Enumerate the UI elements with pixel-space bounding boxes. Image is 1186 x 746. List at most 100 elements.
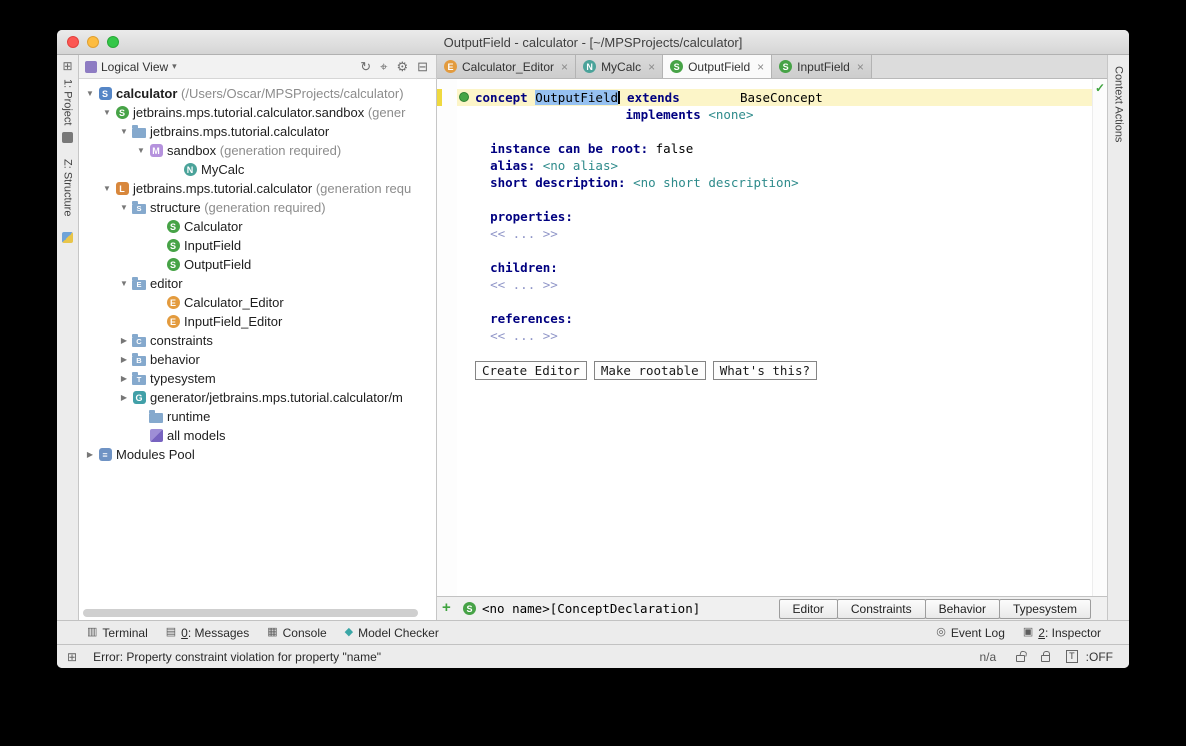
inspection-ok-icon[interactable]: ✓ [1095,81,1105,95]
aspect-tab-constraints[interactable]: Constraints [837,599,926,619]
close-icon[interactable]: × [561,60,568,74]
editor-button-what-s-this[interactable]: What's this? [713,361,817,380]
settings-gear-icon[interactable]: ⚙ [396,60,408,73]
tree-item-suffix: (generation requ [312,181,411,196]
editor-tab-mycalc[interactable]: NMyCalc× [576,55,663,78]
code-line-11[interactable]: << ... >> [457,276,1092,293]
toolwindow-switcher-icon[interactable]: ⊞ [67,650,77,664]
tree-item-outputfield[interactable]: SOutputField [79,255,436,274]
expanded-arrow-icon[interactable]: ▼ [83,89,97,98]
aspect-tab-editor[interactable]: Editor [779,599,838,619]
tree-item-jetbrains-mps-tutorial-calculator-sandbox[interactable]: ▼Sjetbrains.mps.tutorial.calculator.sand… [79,103,436,122]
tree-item-sandbox[interactable]: ▼Msandbox (generation required) [79,141,436,160]
add-node-button[interactable]: + [442,600,451,615]
editor-tab-calculator-editor[interactable]: ECalculator_Editor× [437,55,576,78]
toolbar-item-console[interactable]: ▦Console [267,626,326,640]
typesystem-badge[interactable]: T [1066,650,1078,663]
expanded-arrow-icon[interactable]: ▼ [117,279,131,288]
horizontal-scrollbar[interactable] [83,609,418,617]
code-line-2[interactable] [457,123,1092,140]
collapsed-arrow-icon[interactable]: ▶ [117,336,131,345]
close-window-button[interactable] [67,36,79,48]
code-line-3[interactable]: instance can be root: false [457,140,1092,157]
hierarchy-tool-icon[interactable] [62,232,73,243]
tree-item-inputfield-editor[interactable]: EInputField_Editor [79,312,436,331]
tree-item-calculator[interactable]: ▼Scalculator (/Users/Oscar/MPSProjects/c… [79,84,436,103]
write-access-icon[interactable] [1016,655,1025,662]
code-line-4[interactable]: alias: <no alias> [457,157,1092,174]
tree-item-mycalc[interactable]: NMyCalc [79,160,436,179]
editor-button-create-editor[interactable]: Create Editor [475,361,587,380]
close-icon[interactable]: × [757,60,764,74]
tree-item-calculator[interactable]: SCalculator [79,217,436,236]
editor-scroll-rail: ✓ [1092,79,1107,596]
expanded-arrow-icon[interactable]: ▼ [117,203,131,212]
editor-tab-label: OutputField [688,60,750,74]
code-line-14[interactable]: << ... >> [457,327,1092,344]
code-line-1[interactable]: implements <none> [457,106,1092,123]
toolwindow-grid-icon[interactable]: ⊞ [62,60,72,72]
close-icon[interactable]: × [648,60,655,74]
close-icon[interactable]: × [857,60,864,74]
tree-item-jetbrains-mps-tutorial-calculator[interactable]: ▼jetbrains.mps.tutorial.calculator [79,122,436,141]
editor-body[interactable]: concept OutputField extends BaseConcept … [437,79,1107,596]
tree-item-calculator-editor[interactable]: ECalculator_Editor [79,293,436,312]
tree-item-modules-pool[interactable]: ▶≡Modules Pool [79,445,436,464]
toolbar-item-inspector[interactable]: ▣2: Inspector [1023,626,1101,640]
code-line-10[interactable]: children: [457,259,1092,276]
collapsed-arrow-icon[interactable]: ▶ [117,393,131,402]
tree-item-inputfield[interactable]: SInputField [79,236,436,255]
expanded-arrow-icon[interactable]: ▼ [134,146,148,155]
chevron-down-icon[interactable]: ▾ [172,61,177,72]
code-line-0[interactable]: concept OutputField extends BaseConcept [457,89,1092,106]
aspect-tab-behavior[interactable]: Behavior [925,599,1000,619]
structure-toolwindow-button[interactable]: Z: Structure [62,159,74,216]
tree-item-structure[interactable]: ▼Sstructure (generation required) [79,198,436,217]
tree-item-label: OutputField [184,257,251,272]
collapse-all-icon[interactable]: ⊟ [417,60,428,73]
editor-button-make-rootable[interactable]: Make rootable [594,361,706,380]
tree-item-constraints[interactable]: ▶Cconstraints [79,331,436,350]
tree-item-label: runtime [167,409,210,424]
tree-item-label: sandbox [167,143,216,158]
tree-item-generator-jetbrains-mps-tutorial-calculator-m[interactable]: ▶Ggenerator/jetbrains.mps.tutorial.calcu… [79,388,436,407]
code-line-15[interactable] [457,344,1092,361]
project-active-icon[interactable] [62,132,73,143]
editor-action-buttons: Create Editor Make rootable What's this? [457,361,1092,378]
code-line-8[interactable]: << ... >> [457,225,1092,242]
tree-item-typesystem[interactable]: ▶Ttypesystem [79,369,436,388]
tree-item-runtime[interactable]: runtime [79,407,436,426]
minimize-window-button[interactable] [87,36,99,48]
tree-item-all-models[interactable]: all models [79,426,436,445]
code-line-9[interactable] [457,242,1092,259]
editor-tab-outputfield[interactable]: SOutputField× [663,55,772,78]
code-line-6[interactable] [457,191,1092,208]
locate-icon[interactable]: ⌖ [380,60,387,73]
expanded-arrow-icon[interactable]: ▼ [100,108,114,117]
editor-tab-inputfield[interactable]: SInputField× [772,55,872,78]
collapsed-arrow-icon[interactable]: ▶ [117,355,131,364]
context-actions-toolwindow-button[interactable]: Context Actions [1113,66,1125,142]
project-toolwindow-button[interactable]: 1: Project [62,79,74,125]
code-line-5[interactable]: short description: <no short description… [457,174,1092,191]
aspect-tab-typesystem[interactable]: Typesystem [999,599,1091,619]
expanded-arrow-icon[interactable]: ▼ [100,184,114,193]
code-line-7[interactable]: properties: [457,208,1092,225]
zoom-window-button[interactable] [107,36,119,48]
sync-icon[interactable]: ↻ [360,60,371,73]
view-mode-dropdown[interactable]: Logical View [101,60,168,74]
lock-icon[interactable] [1041,655,1050,662]
code-line-12[interactable] [457,293,1092,310]
toolbar-item-terminal[interactable]: ▥Terminal [87,626,148,640]
expanded-arrow-icon[interactable]: ▼ [117,127,131,136]
toolbar-item-model-checker[interactable]: ◆Model Checker [345,626,439,640]
collapsed-arrow-icon[interactable]: ▶ [83,450,97,459]
code-line-13[interactable]: references: [457,310,1092,327]
toolbar-item-event-log[interactable]: ◎Event Log [936,626,1005,640]
collapsed-arrow-icon[interactable]: ▶ [117,374,131,383]
tree-item-editor[interactable]: ▼Eeditor [79,274,436,293]
tree-item-jetbrains-mps-tutorial-calculator[interactable]: ▼Ljetbrains.mps.tutorial.calculator (gen… [79,179,436,198]
caret-position: n/a [979,650,996,664]
toolbar-item-messages[interactable]: ▤0: Messages [166,626,249,640]
tree-item-behavior[interactable]: ▶Bbehavior [79,350,436,369]
